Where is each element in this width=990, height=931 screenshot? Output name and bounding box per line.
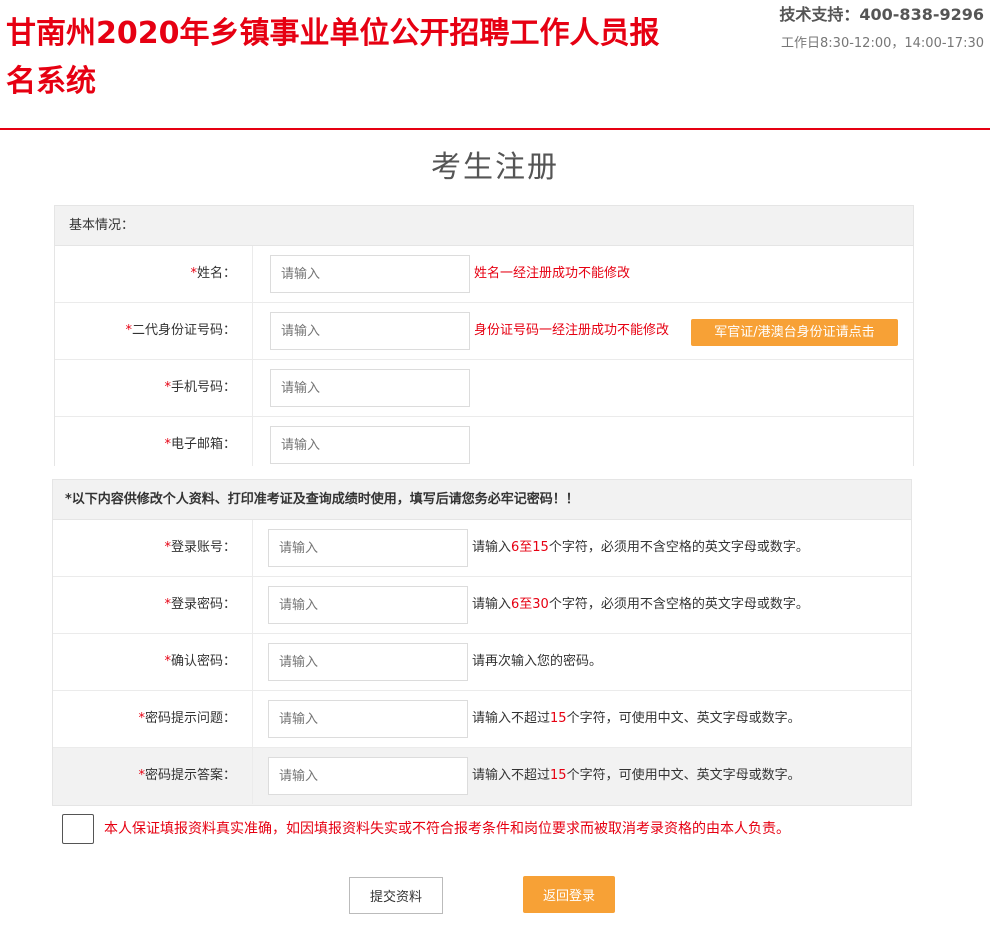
password-input[interactable] xyxy=(268,586,468,624)
page-title: 考生注册 xyxy=(431,150,559,185)
login-label: *登录账号： xyxy=(53,520,253,576)
confirm-hint: 请再次输入您的密码。 xyxy=(472,654,603,669)
login-row: *登录账号： 请输入6至15个字符，必须用不含空格的英文字母或数字。 xyxy=(53,520,911,577)
confirm-row: *确认密码： 请再次输入您的密码。 xyxy=(53,634,911,691)
support-info: 技术支持：400-838-9296 工作日8:30-12:00，14:00-17… xyxy=(779,4,984,54)
answer-label: *密码提示答案： xyxy=(53,748,253,804)
agreement-text: 本人保证填报资料真实准确，如因填报资料失实或不符合报考条件和岗位要求而被取消考录… xyxy=(104,821,790,837)
site-title: 甘南州2020年乡镇事业单位公开招聘工作人员报名系统 xyxy=(6,16,660,99)
support-phone: 400-838-9296 xyxy=(859,5,984,24)
email-row: *电子邮箱： xyxy=(55,417,913,466)
phone-label: *手机号码： xyxy=(55,360,253,416)
question-row: *密码提示问题： 请输入不超过15个字符，可使用中文、英文字母或数字。 xyxy=(53,691,911,748)
account-info-heading: *以下内容供修改个人资料、打印准考证及查询成绩时使用，填写后请您务必牢记密码！！ xyxy=(53,480,911,520)
id-row: *二代身份证号码： 身份证号码一经注册成功不能修改 军官证/港澳台身份证请点击 xyxy=(55,303,913,360)
basic-info-section: 基本情况： *姓名： 姓名一经注册成功不能修改 *二代身份证号码： 身份证号码一… xyxy=(54,205,914,466)
password-answer-input[interactable] xyxy=(268,757,468,795)
support-phone-line: 技术支持：400-838-9296 xyxy=(779,4,984,26)
email-label: *电子邮箱： xyxy=(55,417,253,466)
site-header: 甘南州2020年乡镇事业单位公开招聘工作人员报名系统 技术支持：400-838-… xyxy=(0,0,990,130)
password-hint: 请输入6至30个字符，必须用不含空格的英文字母或数字。 xyxy=(472,597,809,612)
basic-info-heading: 基本情况： xyxy=(55,206,913,246)
confirm-password-input[interactable] xyxy=(268,643,468,681)
phone-input[interactable] xyxy=(270,369,470,407)
submit-button[interactable]: 提交资料 xyxy=(349,877,443,914)
password-row: *登录密码： 请输入6至30个字符，必须用不含空格的英文字母或数字。 xyxy=(53,577,911,634)
phone-row: *手机号码： xyxy=(55,360,913,417)
agreement-checkbox[interactable] xyxy=(62,814,94,844)
question-hint: 请输入不超过15个字符，可使用中文、英文字母或数字。 xyxy=(472,711,801,726)
name-hint: 姓名一经注册成功不能修改 xyxy=(474,266,631,281)
name-row: *姓名： 姓名一经注册成功不能修改 xyxy=(55,246,913,303)
id-hint: 身份证号码一经注册成功不能修改 xyxy=(474,323,670,338)
password-label: *登录密码： xyxy=(53,577,253,633)
question-label: *密码提示问题： xyxy=(53,691,253,747)
id-number-input[interactable] xyxy=(270,312,470,350)
email-input[interactable] xyxy=(270,426,470,464)
back-to-login-button[interactable]: 返回登录 xyxy=(523,876,615,913)
id-label: *二代身份证号码： xyxy=(55,303,253,359)
answer-row: *密码提示答案： 请输入不超过15个字符，可使用中文、英文字母或数字。 xyxy=(53,748,911,805)
support-hours: 工作日8:30-12:00，14:00-17:30 xyxy=(781,36,984,51)
agreement: 本人保证填报资料真实准确，如因填报资料失实或不符合报考条件和岗位要求而被取消考录… xyxy=(62,814,942,844)
password-question-input[interactable] xyxy=(268,700,468,738)
answer-hint: 请输入不超过15个字符，可使用中文、英文字母或数字。 xyxy=(472,768,801,783)
login-account-input[interactable] xyxy=(268,529,468,567)
confirm-label: *确认密码： xyxy=(53,634,253,690)
account-info-section: *以下内容供修改个人资料、打印准考证及查询成绩时使用，填写后请您务必牢记密码！！… xyxy=(52,479,912,806)
support-label: 技术支持： xyxy=(779,5,860,24)
login-hint: 请输入6至15个字符，必须用不含空格的英文字母或数字。 xyxy=(472,540,809,555)
alt-id-button[interactable]: 军官证/港澳台身份证请点击 xyxy=(691,319,898,346)
name-input[interactable] xyxy=(270,255,470,293)
name-label: *姓名： xyxy=(55,246,253,302)
